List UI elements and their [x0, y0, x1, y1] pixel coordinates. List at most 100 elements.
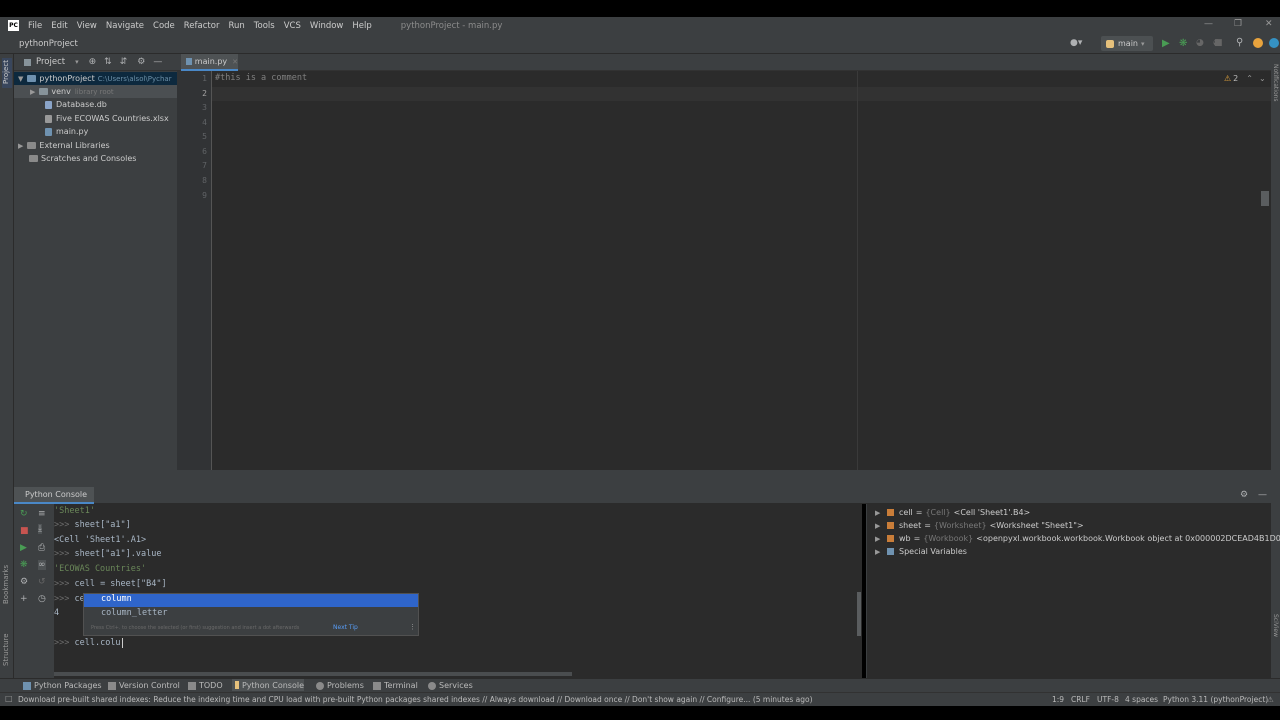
gear-icon[interactable]: ⚙ [1240, 490, 1248, 500]
menu-tools[interactable]: Tools [254, 21, 275, 31]
chevron-down-icon[interactable]: ▾ [75, 58, 79, 66]
menu-run[interactable]: Run [228, 21, 244, 31]
tree-root-row[interactable]: ▼ pythonProject C:\Users\alsol\Pychar [14, 72, 177, 85]
clock-icon[interactable]: ◷ [38, 594, 46, 604]
chevron-right-icon[interactable]: ▶ [30, 88, 35, 96]
debug-icon[interactable]: ❋ [20, 560, 28, 570]
menu-help[interactable]: Help [352, 21, 371, 31]
tree-row-external-libraries[interactable]: ▶ External Libraries [14, 139, 110, 152]
menu-window[interactable]: Window [310, 21, 344, 31]
scroll-to-end-icon[interactable]: ⤓ [38, 524, 42, 534]
stop-icon[interactable]: ■ [1214, 38, 1223, 48]
console-input[interactable]: cell.colu [74, 638, 120, 648]
search-icon[interactable]: ⚲ [1236, 37, 1243, 48]
caret-position[interactable]: 1:9 [1052, 695, 1064, 704]
close-icon[interactable]: ✕ [232, 58, 238, 66]
status-toggle-icon[interactable]: □ [5, 694, 13, 703]
rerun-icon[interactable]: ↻ [20, 509, 28, 519]
sciview-side-label[interactable]: SciView [1272, 614, 1279, 637]
chevron-down-icon[interactable]: ▼ [18, 75, 23, 83]
status-message[interactable]: Download pre-built shared indexes: Reduc… [18, 695, 1018, 704]
variable-row[interactable]: ▶ sheet = {Worksheet} <Worksheet "Sheet1… [875, 519, 1084, 532]
tab-python-packages[interactable]: Python Packages [23, 681, 102, 690]
expand-all-icon[interactable]: ⇅ [104, 57, 112, 67]
structure-side-label[interactable]: Structure [2, 633, 10, 666]
console-output[interactable]: 'Sheet1' >>> sheet["a1"] <Cell 'Sheet1'.… [54, 504, 862, 670]
soft-wrap-icon[interactable]: ≡ [38, 509, 46, 519]
debug-icon[interactable]: ❋ [1179, 38, 1187, 49]
tree-row-scratches[interactable]: Scratches and Consoles [14, 152, 136, 165]
menu-edit[interactable]: Edit [51, 21, 67, 31]
minimize-icon[interactable]: — [1204, 19, 1213, 29]
locate-icon[interactable]: ⊕ [89, 57, 97, 67]
menu-refactor[interactable]: Refactor [184, 21, 220, 31]
menu-navigate[interactable]: Navigate [106, 21, 144, 31]
hide-icon[interactable]: — [153, 57, 162, 67]
variable-row-special[interactable]: ▶ Special Variables [875, 545, 967, 558]
gear-icon[interactable]: ⚙ [137, 57, 145, 67]
add-icon[interactable]: + [20, 594, 28, 604]
python-interpreter[interactable]: Python 3.11 (pythonProject) [1163, 695, 1268, 704]
console-input-line[interactable]: >>> cell.colu [54, 638, 123, 652]
close-window-icon[interactable]: ✕ [1265, 19, 1273, 29]
completion-item[interactable]: column [84, 594, 418, 607]
indent-setting[interactable]: 4 spaces [1125, 695, 1158, 704]
maximize-icon[interactable]: ❐ [1234, 19, 1242, 29]
user-icon[interactable]: ●▾ [1070, 38, 1082, 48]
tab-todo[interactable]: TODO [188, 681, 223, 690]
menu-view[interactable]: View [77, 21, 97, 31]
coverage-icon[interactable]: ◕ [1196, 38, 1204, 48]
tree-row-database[interactable]: Database.db [45, 98, 107, 111]
notifications-side-label[interactable]: Notifications [1272, 64, 1279, 102]
chevron-right-icon[interactable]: ▶ [875, 548, 887, 556]
hide-icon[interactable]: — [1258, 490, 1267, 500]
variable-row[interactable]: ▶ wb = {Workbook} <openpyxl.workbook.wor… [875, 532, 1280, 545]
line-separator[interactable]: CRLF [1071, 695, 1090, 704]
help-icon[interactable] [1269, 38, 1279, 48]
menu-code[interactable]: Code [153, 21, 175, 31]
completion-item[interactable]: column_letter [84, 608, 418, 621]
chevron-right-icon[interactable]: ▶ [875, 522, 887, 530]
menu-file[interactable]: File [28, 21, 42, 31]
project-side-label[interactable]: Project [2, 60, 10, 84]
show-variables-icon[interactable]: ∞ [38, 560, 46, 570]
tree-row-xlsx[interactable]: Five ECOWAS Countries.xlsx [45, 112, 169, 125]
chevron-up-icon[interactable]: ⌃ [1246, 74, 1253, 83]
tree-row-venv[interactable]: ▶ venv library root [14, 85, 177, 98]
file-encoding[interactable]: UTF-8 [1097, 695, 1119, 704]
console-vscrollbar[interactable] [857, 592, 861, 636]
bookmarks-side-label[interactable]: Bookmarks [2, 565, 10, 604]
history-icon[interactable]: ↺ [38, 577, 46, 587]
variable-row[interactable]: ▶ cell = {Cell} <Cell 'Sheet1'.B4> [875, 506, 1030, 519]
tab-terminal[interactable]: Terminal [373, 681, 418, 690]
more-options-icon[interactable]: ⋮ [409, 623, 416, 631]
tree-row-main-py[interactable]: main.py [45, 125, 88, 138]
tab-main-py[interactable]: main.py ✕ [181, 54, 238, 71]
tab-services[interactable]: Services [428, 681, 473, 690]
breadcrumb[interactable]: pythonProject [19, 39, 78, 49]
chevron-right-icon[interactable]: ▶ [875, 535, 887, 543]
settings-icon[interactable]: ⚙ [20, 577, 28, 587]
lock-icon[interactable]: ⚠ [1267, 695, 1274, 704]
editor-vscrollbar[interactable] [1261, 191, 1269, 206]
chevron-down-icon[interactable]: ⌄ [1259, 74, 1266, 83]
next-tip-link[interactable]: Next Tip [333, 624, 358, 631]
code-editor[interactable]: #this is a comment ⚠ 2 ⌃ ⌄ [212, 71, 1271, 470]
console-hscrollbar[interactable] [54, 672, 572, 676]
menu-vcs[interactable]: VCS [284, 21, 301, 31]
project-panel-title[interactable]: Project [36, 57, 65, 67]
run-icon[interactable]: ▶ [1162, 38, 1170, 49]
stop-icon[interactable]: ■ [20, 526, 29, 536]
updates-icon[interactable] [1253, 38, 1263, 48]
tab-python-console[interactable]: Python Console [14, 487, 94, 504]
inspection-widget[interactable]: ⚠ 2 ⌃ ⌄ [1224, 74, 1266, 83]
tab-problems[interactable]: Problems [316, 681, 364, 690]
collapse-all-icon[interactable]: ⇵ [120, 57, 128, 67]
tab-version-control[interactable]: Version Control [108, 681, 180, 690]
print-icon[interactable]: ⎙ [38, 543, 45, 553]
chevron-right-icon[interactable]: ▶ [18, 142, 23, 150]
run-config-selector[interactable]: main ▾ [1101, 36, 1153, 51]
chevron-right-icon[interactable]: ▶ [875, 509, 887, 517]
tab-python-console-bottom[interactable]: Python Console [232, 679, 304, 691]
execute-icon[interactable]: ▶ [20, 543, 27, 553]
